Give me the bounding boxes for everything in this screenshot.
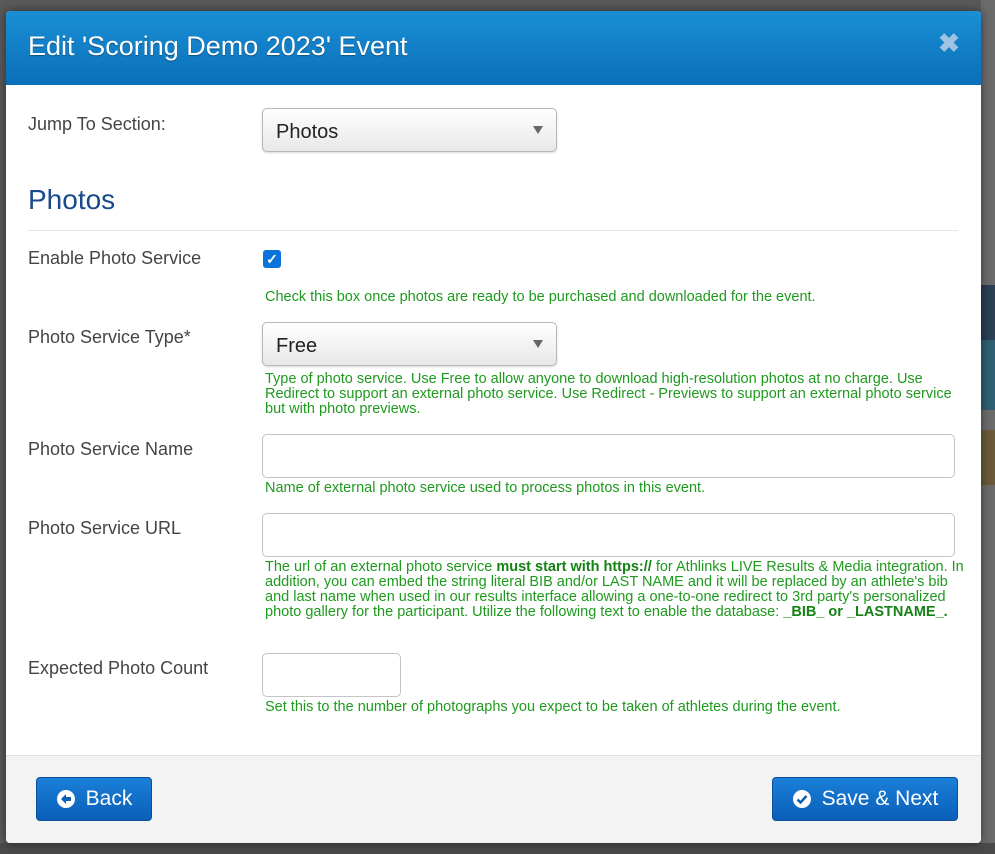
jump-to-section-label: Jump To Section: bbox=[28, 114, 166, 134]
back-button[interactable]: Back bbox=[36, 777, 152, 821]
enable-photo-service-checkbox[interactable]: ✓ bbox=[263, 250, 281, 268]
background-band bbox=[981, 430, 995, 485]
photo-service-type-select[interactable]: Free bbox=[262, 322, 557, 366]
photo-service-type-value: Free bbox=[276, 335, 318, 357]
photo-service-url-help-text: The url of an external photo service bbox=[265, 559, 497, 575]
expected-photo-count-help: Set this to the number of photographs yo… bbox=[265, 699, 841, 715]
background-band bbox=[981, 340, 995, 410]
chevron-down-icon bbox=[533, 340, 543, 348]
section-divider bbox=[28, 230, 958, 231]
section-title: Photos bbox=[28, 184, 116, 215]
enable-photo-service-help: Check this box once photos are ready to … bbox=[265, 289, 816, 305]
photo-service-url-help-bold: must start with https:// bbox=[496, 559, 652, 575]
edit-event-modal: Edit 'Scoring Demo 2023' Event ✖ Jump To… bbox=[6, 11, 981, 843]
modal-title: Edit 'Scoring Demo 2023' Event bbox=[28, 31, 408, 61]
photo-service-url-label: Photo Service URL bbox=[28, 518, 182, 538]
modal-footer: Back Save & Next bbox=[6, 755, 981, 843]
photo-service-url-input[interactable] bbox=[262, 513, 955, 557]
background-page-bottom bbox=[0, 843, 995, 854]
close-icon[interactable]: ✖ bbox=[937, 30, 961, 56]
enable-photo-service-label: Enable Photo Service bbox=[28, 248, 202, 268]
photo-service-name-help: Name of external photo service used to p… bbox=[265, 480, 706, 496]
background-page bbox=[981, 0, 995, 843]
modal-header: Edit 'Scoring Demo 2023' Event ✖ bbox=[6, 11, 981, 85]
photo-service-type-label: Photo Service Type* bbox=[28, 327, 191, 347]
back-button-label: Back bbox=[85, 787, 133, 810]
check-circle-icon bbox=[792, 790, 811, 808]
photo-service-name-input[interactable] bbox=[262, 434, 955, 478]
background-band bbox=[981, 285, 995, 340]
chevron-down-icon bbox=[533, 126, 543, 134]
save-and-next-button-label: Save & Next bbox=[821, 787, 939, 810]
photo-service-name-label: Photo Service Name bbox=[28, 439, 194, 459]
modal-body: Jump To Section: Photos Photos Enable Ph… bbox=[6, 85, 981, 755]
expected-photo-count-label: Expected Photo Count bbox=[28, 658, 209, 678]
photo-service-type-help: Type of photo service. Use Free to allow… bbox=[265, 371, 952, 417]
photo-service-url-help-bold: _BIB_ or _LASTNAME_. bbox=[783, 604, 948, 620]
photo-service-url-help: The url of an external photo service mus… bbox=[265, 560, 965, 620]
jump-to-section-select[interactable]: Photos bbox=[262, 108, 557, 152]
arrow-left-icon bbox=[56, 790, 75, 808]
save-and-next-button[interactable]: Save & Next bbox=[772, 777, 958, 821]
jump-to-section-value: Photos bbox=[276, 121, 339, 143]
expected-photo-count-input[interactable] bbox=[262, 653, 401, 697]
